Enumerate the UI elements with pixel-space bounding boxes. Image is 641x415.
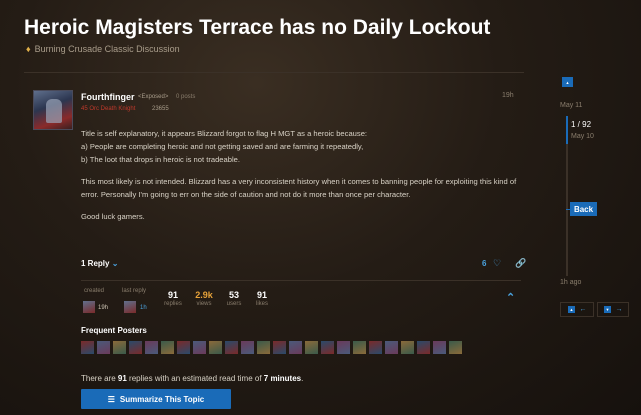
created-time: 19h xyxy=(98,305,109,311)
user-flair: <Exposed> xyxy=(138,94,169,100)
summary-replies: 91 xyxy=(117,374,127,383)
frequent-poster-avatar[interactable] xyxy=(113,341,126,354)
jump-next-icon: ▼ xyxy=(603,306,612,313)
character-info: 45 Orc Death Knight xyxy=(81,106,136,112)
timeline-end-date[interactable]: 1h ago xyxy=(560,279,581,286)
frequent-poster-avatar[interactable] xyxy=(97,341,110,354)
replies-toggle-label: 1 Reply xyxy=(81,259,110,268)
frequent-poster-avatar[interactable] xyxy=(401,341,414,354)
frequent-poster-avatar[interactable] xyxy=(353,341,366,354)
frequent-poster-avatar[interactable] xyxy=(209,341,222,354)
views-label: views xyxy=(196,301,212,307)
frequent-poster-avatar[interactable] xyxy=(257,341,270,354)
user-post-count: 0 posts xyxy=(176,94,196,100)
category-label: Burning Crusade Classic Discussion xyxy=(34,44,180,54)
post-username[interactable]: Fourthfinger xyxy=(81,92,135,102)
users-count: 53 xyxy=(228,290,239,300)
post-paragraph: This most likely is not intended. Blizza… xyxy=(81,177,517,199)
frequent-poster-avatar[interactable] xyxy=(161,341,174,354)
frequent-poster-avatar[interactable] xyxy=(321,341,334,354)
frequent-poster-avatar[interactable] xyxy=(385,341,398,354)
frequent-poster-avatar[interactable] xyxy=(193,341,206,354)
frequent-poster-avatar[interactable] xyxy=(129,341,142,354)
frequent-poster-avatar[interactable] xyxy=(337,341,350,354)
timeline-position-date: May 10 xyxy=(571,133,594,140)
created-label: created xyxy=(84,288,105,294)
replies-label: replies xyxy=(164,301,182,307)
last-reply-time[interactable]: 1h xyxy=(140,305,147,311)
post-body: Title is self explanatory, it appears Bl… xyxy=(81,127,521,232)
timeline-next-button[interactable]: ▼ → xyxy=(597,302,629,317)
frequent-poster-avatar[interactable] xyxy=(225,341,238,354)
jump-prev-icon: ▲ xyxy=(567,306,576,313)
timeline-prev-button[interactable]: ▲ ← xyxy=(560,302,594,317)
category-icon: ♦ xyxy=(26,44,31,54)
replies-toggle-button[interactable]: 1 Reply ⌄ xyxy=(81,259,118,268)
chevron-up-icon[interactable]: ⌃ xyxy=(506,291,515,304)
jump-to-top-icon[interactable]: ▲ xyxy=(562,77,573,87)
frequent-poster-avatar[interactable] xyxy=(81,341,94,354)
heart-icon[interactable]: ♡ xyxy=(493,258,501,269)
post-paragraph: Good luck gamers. xyxy=(81,212,145,221)
chevron-down-icon: ⌄ xyxy=(111,259,119,268)
frequent-poster-avatar[interactable] xyxy=(273,341,286,354)
arrow-right-icon: → xyxy=(615,306,623,313)
frequent-poster-avatar[interactable] xyxy=(417,341,430,354)
frequent-poster-avatar[interactable] xyxy=(433,341,446,354)
views-count: 2.9k xyxy=(195,290,213,300)
timeline-back-button[interactable]: Back xyxy=(570,202,597,216)
summary-text: There are 91 replies with an estimated r… xyxy=(81,374,304,383)
last-replier-avatar[interactable] xyxy=(124,301,136,313)
summary-read-time: 7 minutes xyxy=(263,374,302,383)
timeline-start-date[interactable]: May 11 xyxy=(560,102,582,109)
timeline-position: 1 / 92 xyxy=(571,120,592,129)
post-paragraph: Title is self explanatory, it appears Bl… xyxy=(81,129,368,164)
avatar[interactable] xyxy=(33,90,73,130)
replies-count: 91 xyxy=(167,290,178,300)
post-time[interactable]: 19h xyxy=(502,92,514,99)
category-badge[interactable]: ♦ Burning Crusade Classic Discussion xyxy=(26,44,180,54)
divider xyxy=(81,280,521,281)
character-number: 23655 xyxy=(152,106,169,112)
last-reply-label: last reply xyxy=(122,288,147,294)
frequent-posters-list xyxy=(81,341,462,354)
link-icon[interactable]: 🔗 xyxy=(515,258,526,269)
summarize-topic-button[interactable]: ☰ Summarize This Topic xyxy=(81,389,231,409)
summarize-label: Summarize This Topic xyxy=(119,394,205,404)
timeline-handle[interactable] xyxy=(566,116,568,144)
frequent-posters-title: Frequent Posters xyxy=(81,326,147,335)
frequent-poster-avatar[interactable] xyxy=(289,341,302,354)
frequent-poster-avatar[interactable] xyxy=(241,341,254,354)
frequent-poster-avatar[interactable] xyxy=(177,341,190,354)
likes-count: 91 xyxy=(256,290,267,300)
topic-title: Heroic Magisters Terrace has no Daily Lo… xyxy=(24,16,491,39)
frequent-poster-avatar[interactable] xyxy=(449,341,462,354)
divider xyxy=(24,72,524,73)
frequent-poster-avatar[interactable] xyxy=(369,341,382,354)
likes-label: likes xyxy=(255,301,268,307)
frequent-poster-avatar[interactable] xyxy=(145,341,158,354)
users-label: users xyxy=(226,301,242,307)
creator-avatar[interactable] xyxy=(83,301,95,313)
layers-icon: ☰ xyxy=(107,394,115,404)
frequent-poster-avatar[interactable] xyxy=(305,341,318,354)
arrow-left-icon: ← xyxy=(579,306,587,313)
like-count[interactable]: 6 xyxy=(482,259,486,268)
